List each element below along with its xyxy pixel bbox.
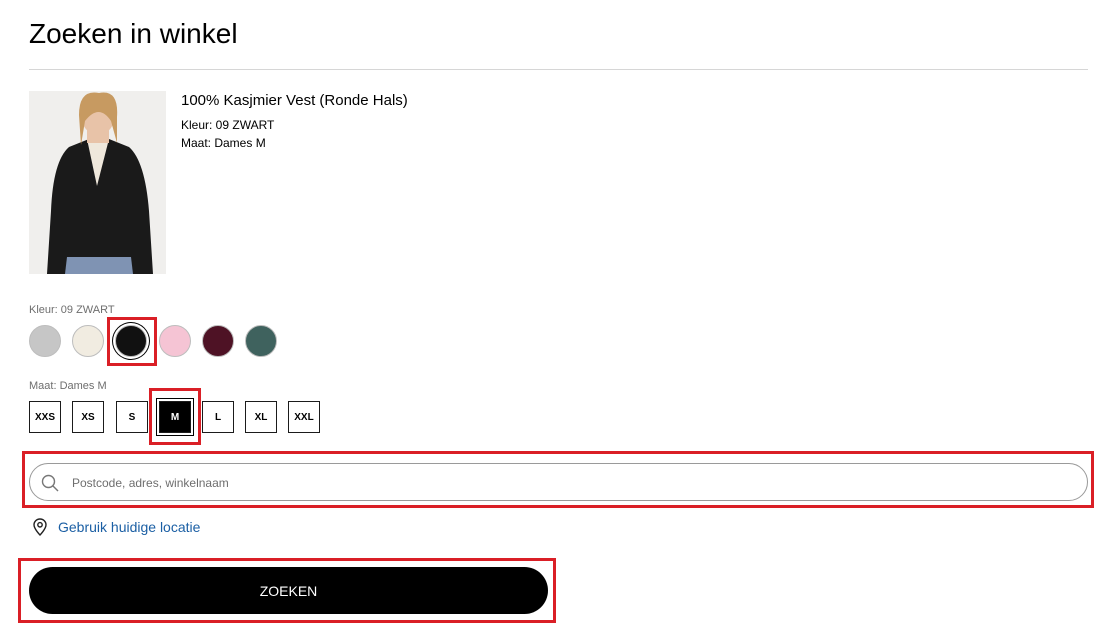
size-button[interactable]: M xyxy=(159,401,191,433)
search-input[interactable] xyxy=(70,464,1074,502)
size-button[interactable]: XL xyxy=(245,401,277,433)
use-current-location-link[interactable]: Gebruik huidige locatie xyxy=(58,519,200,535)
size-button[interactable]: L xyxy=(202,401,234,433)
product-size: Maat: Dames M xyxy=(181,136,266,150)
search-box[interactable] xyxy=(29,463,1088,502)
location-pin-icon[interactable] xyxy=(33,518,47,541)
color-swatch[interactable] xyxy=(115,325,147,357)
color-swatch[interactable] xyxy=(245,325,277,357)
search-icon xyxy=(41,474,59,497)
product-name: 100% Kasjmier Vest (Ronde Hals) xyxy=(181,92,408,109)
size-button[interactable]: XXS xyxy=(29,401,61,433)
color-swatch[interactable] xyxy=(202,325,234,357)
size-label: Maat: Dames M xyxy=(29,380,107,392)
product-image xyxy=(29,91,166,274)
search-submit-button[interactable]: ZOEKEN xyxy=(29,567,548,614)
title-divider xyxy=(29,69,1088,70)
color-swatch[interactable] xyxy=(29,325,61,357)
color-label: Kleur: 09 ZWART xyxy=(29,304,115,316)
product-color: Kleur: 09 ZWART xyxy=(181,118,275,132)
size-button[interactable]: S xyxy=(116,401,148,433)
size-button[interactable]: XS xyxy=(72,401,104,433)
color-swatch[interactable] xyxy=(72,325,104,357)
size-button[interactable]: XXL xyxy=(288,401,320,433)
page-title: Zoeken in winkel xyxy=(29,18,238,49)
color-swatch[interactable] xyxy=(159,325,191,357)
